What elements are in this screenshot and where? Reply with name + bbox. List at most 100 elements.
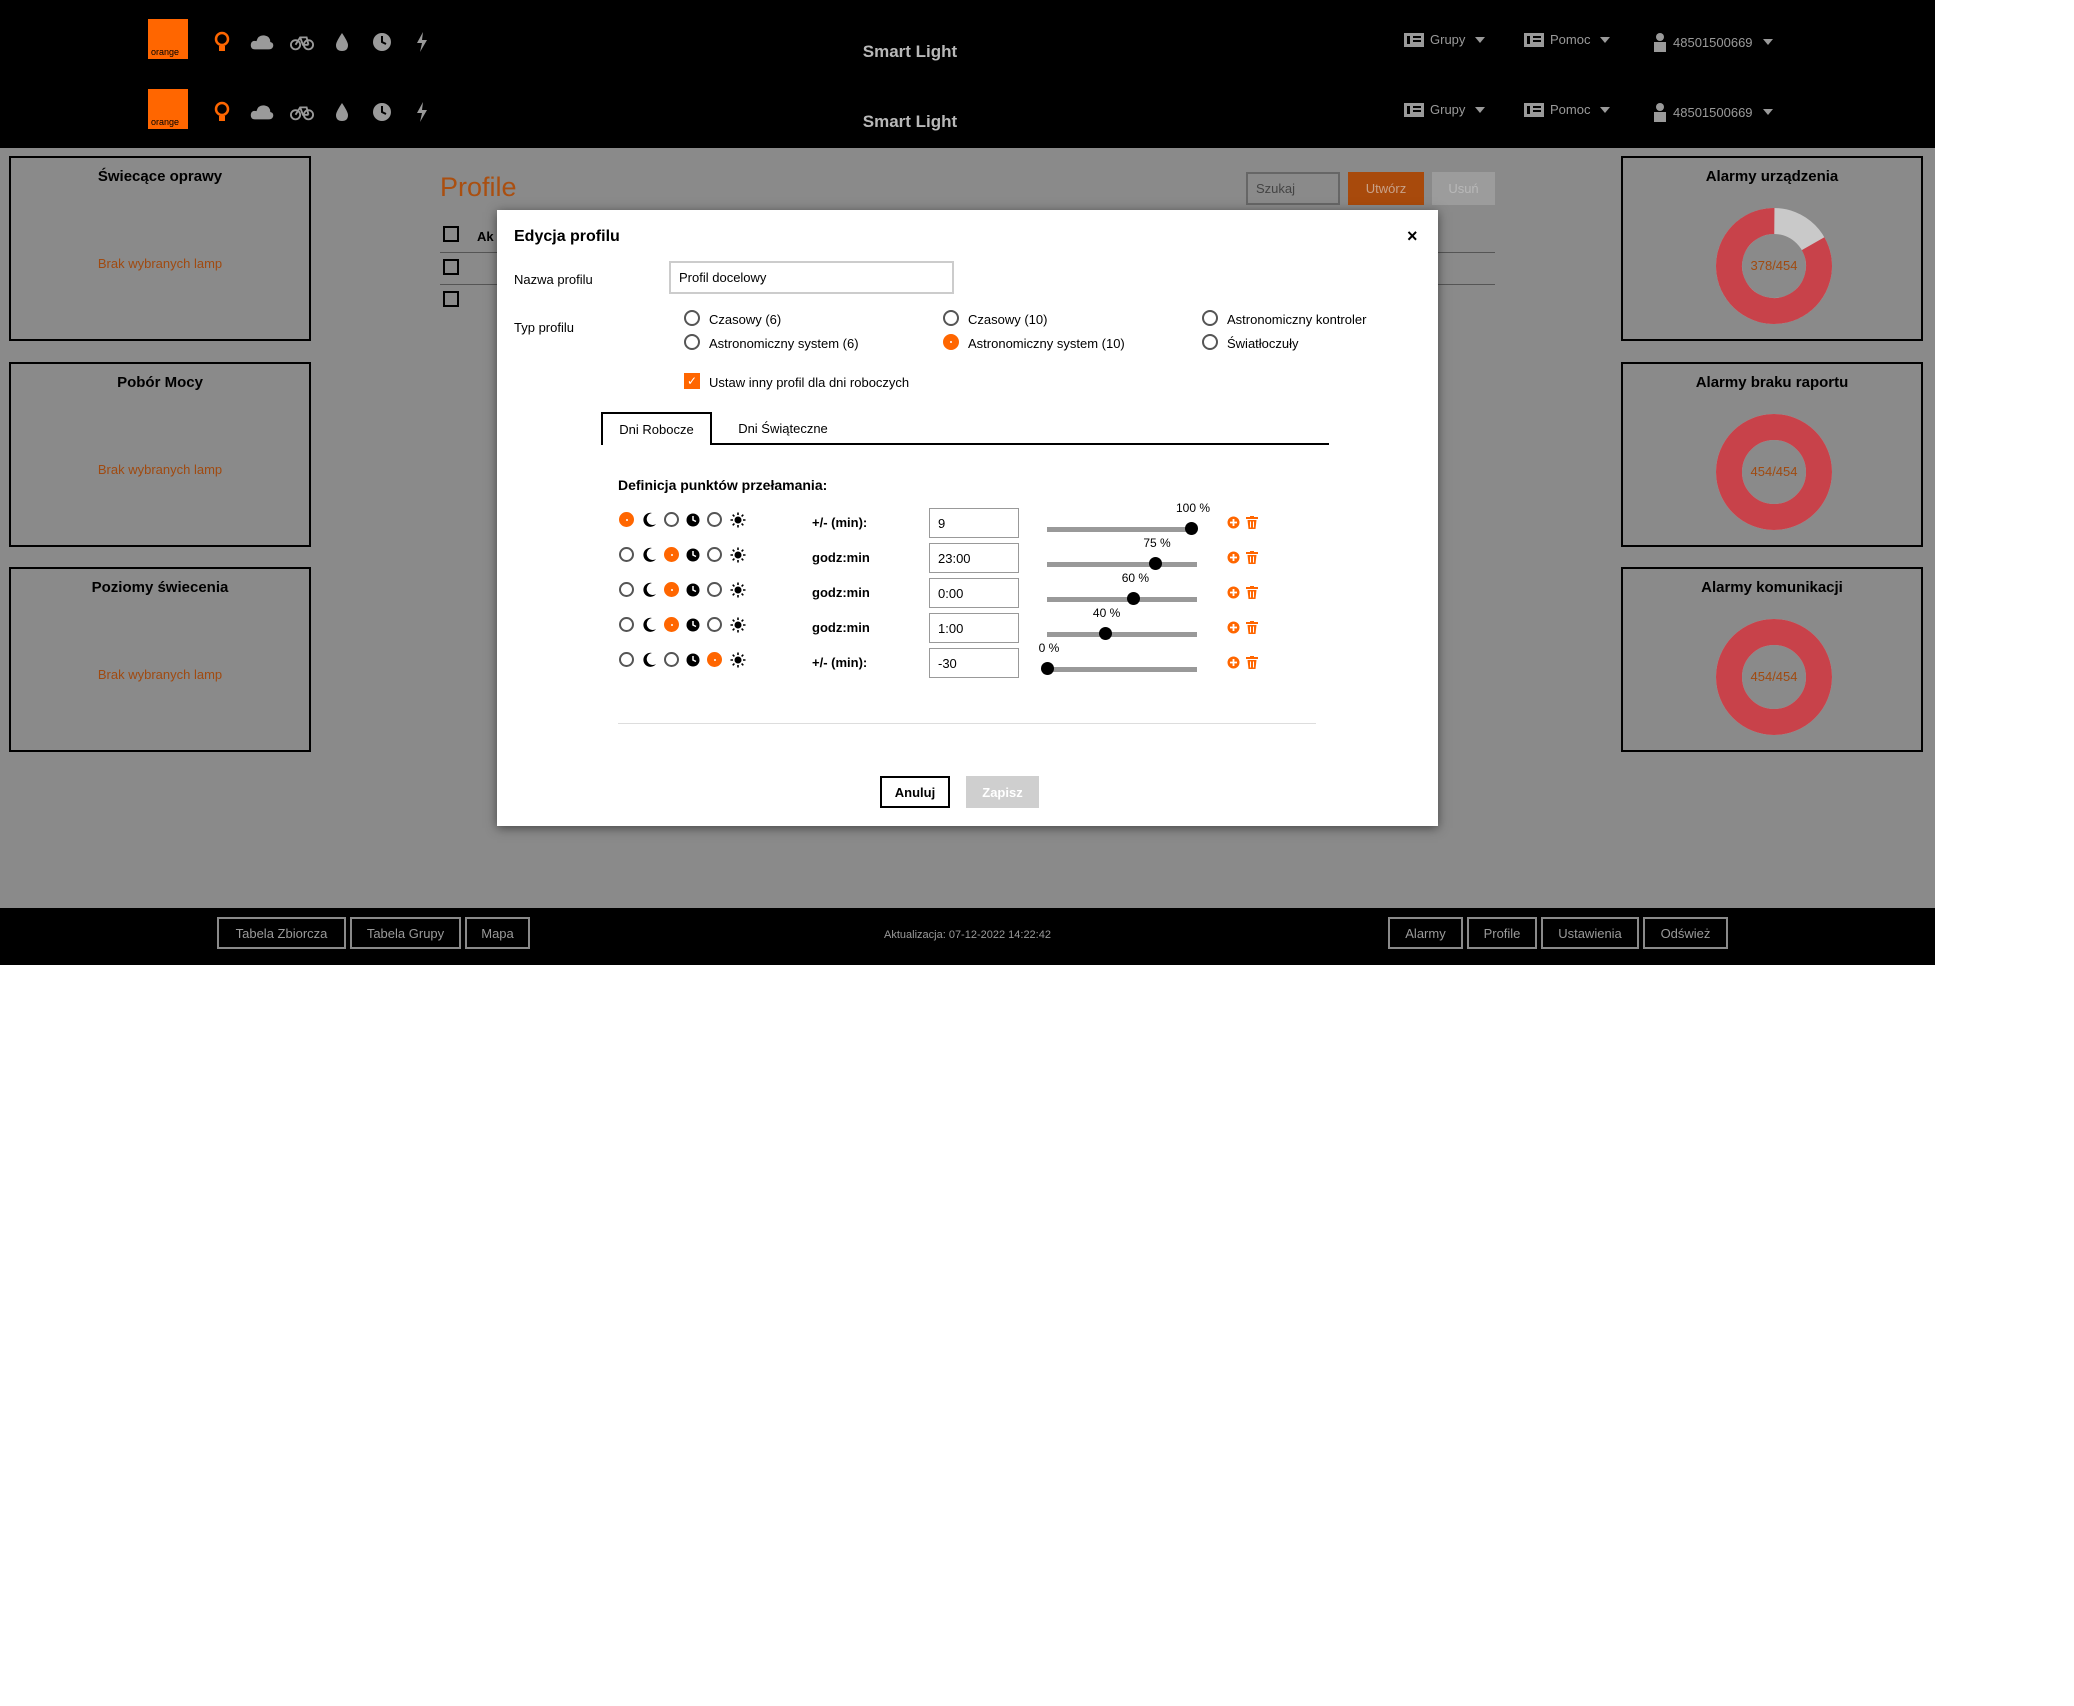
breakpoint-radio[interactable] xyxy=(664,512,679,527)
profile-name-label: Nazwa profilu xyxy=(514,272,593,287)
breakpoint-percent: 0 % xyxy=(1038,641,1060,655)
breakpoint-mode: +/- (min): xyxy=(812,655,868,670)
level-slider-track[interactable] xyxy=(1047,597,1197,602)
settings-button[interactable]: Ustawienia xyxy=(1541,917,1639,949)
alarms-button[interactable]: Alarmy xyxy=(1388,917,1463,949)
panel-title: Alarmy urządzenia xyxy=(1705,168,1839,185)
panel-communication-alarms: Alarmy komunikacji 454/454 xyxy=(1621,567,1923,752)
breakpoint-value-input[interactable]: -30 xyxy=(929,648,1019,678)
user-label: 48501500669 xyxy=(1673,104,1753,120)
breakpoint-mode: godz:min xyxy=(812,585,870,600)
breakpoint-radio[interactable] xyxy=(619,652,634,667)
level-slider-handle[interactable] xyxy=(1127,592,1141,605)
breakpoint-percent: 75 % xyxy=(1143,536,1171,550)
delete-button[interactable]: Usuń xyxy=(1432,172,1495,205)
help-menu[interactable]: Pomoc xyxy=(1524,32,1611,47)
level-slider-track[interactable] xyxy=(1047,562,1197,567)
breakpoint-radio[interactable] xyxy=(619,512,634,527)
tab-workdays[interactable]: Dni Robocze xyxy=(601,412,712,445)
breakpoint-radio[interactable] xyxy=(707,582,722,597)
panel-empty-text: Brak wybranych lamp xyxy=(97,256,223,271)
close-icon[interactable]: × xyxy=(1407,226,1418,247)
panel-title: Świecące oprawy xyxy=(97,168,223,185)
moon-icon xyxy=(641,582,657,598)
breakpoint-radio[interactable] xyxy=(664,652,679,667)
add-icon[interactable] xyxy=(1227,656,1240,669)
user-icon xyxy=(1654,33,1666,52)
trash-icon[interactable] xyxy=(1246,621,1258,634)
breakpoint-value-input[interactable]: 0:00 xyxy=(929,578,1019,608)
breakpoint-value-input[interactable]: 9 xyxy=(929,508,1019,538)
groups-icon xyxy=(1404,32,1424,47)
level-slider-handle[interactable] xyxy=(1149,557,1162,570)
groups-menu[interactable]: Grupy xyxy=(1404,102,1486,117)
help-menu[interactable]: Pomoc xyxy=(1524,102,1611,117)
select-all-checkbox[interactable] xyxy=(443,226,459,242)
breakpoint-radio[interactable] xyxy=(707,617,722,632)
level-slider-handle[interactable] xyxy=(1098,627,1112,640)
profile-name-input[interactable] xyxy=(669,261,954,294)
breakpoint-percent: 60 % xyxy=(1121,571,1150,585)
clock-icon xyxy=(685,582,701,598)
row-checkbox[interactable] xyxy=(443,259,459,275)
add-icon[interactable] xyxy=(1227,551,1240,564)
help-label: Pomoc xyxy=(1550,102,1591,117)
breakpoint-radio[interactable] xyxy=(664,582,679,597)
trash-icon[interactable] xyxy=(1246,551,1258,564)
breakpoint-value-input[interactable]: 23:00 xyxy=(929,543,1019,573)
tab-holidays[interactable]: Dni Świąteczne xyxy=(723,413,843,444)
radio-light-sensitive[interactable] xyxy=(1202,334,1218,350)
top-header-duplicate: orange Smart Light Grupy Pomoc 485015006… xyxy=(0,70,1935,148)
trash-icon[interactable] xyxy=(1246,586,1258,599)
level-slider-handle[interactable] xyxy=(1041,662,1054,675)
radio-time-10[interactable] xyxy=(943,310,959,326)
level-slider-track[interactable] xyxy=(1047,527,1197,532)
user-menu[interactable]: 48501500669 xyxy=(1653,102,1773,122)
panel-title: Alarmy braku raportu xyxy=(1695,374,1849,391)
breakpoint-value-input[interactable]: 1:00 xyxy=(929,613,1019,643)
workdays-checkbox[interactable]: ✓ xyxy=(684,373,700,389)
level-slider-track[interactable] xyxy=(1047,667,1197,672)
breakpoint-radio[interactable] xyxy=(707,512,722,527)
device-alarms-donut[interactable]: 378/454 xyxy=(1714,206,1834,326)
radio-astro-system-6[interactable] xyxy=(684,334,700,350)
breakpoint-radio[interactable] xyxy=(707,547,722,562)
breakpoint-radio[interactable] xyxy=(664,617,679,632)
user-menu[interactable]: 48501500669 xyxy=(1653,32,1773,52)
create-button[interactable]: Utwórz xyxy=(1348,172,1424,205)
add-icon[interactable] xyxy=(1227,621,1240,634)
moon-icon xyxy=(641,617,657,633)
trash-icon[interactable] xyxy=(1246,656,1258,669)
refresh-button[interactable]: Odśwież xyxy=(1643,917,1728,949)
donut-label: 454/454 xyxy=(1751,464,1798,479)
radio-time-6[interactable] xyxy=(684,310,700,326)
level-slider-track[interactable] xyxy=(1047,632,1197,637)
breakpoints-title: Definicja punktów przełamania: xyxy=(618,477,828,493)
add-icon[interactable] xyxy=(1227,516,1240,529)
panel-title: Poziomy świecenia xyxy=(91,579,229,596)
radio-astro-controller[interactable] xyxy=(1202,310,1218,326)
missing-report-donut[interactable]: 454/454 xyxy=(1714,412,1834,532)
row-checkbox[interactable] xyxy=(443,291,459,307)
panel-power-usage: Pobór Mocy Brak wybranych lamp xyxy=(9,362,311,547)
breakpoint-radio[interactable] xyxy=(707,652,722,667)
level-slider-handle[interactable] xyxy=(1185,522,1198,535)
caret-down-icon xyxy=(1762,39,1773,45)
breakpoint-radio[interactable] xyxy=(619,582,634,597)
breakpoint-row: godz:min 1:00 40 % xyxy=(619,606,1339,643)
save-button[interactable]: Zapisz xyxy=(966,776,1039,808)
communication-donut[interactable]: 454/454 xyxy=(1714,617,1834,737)
trash-icon[interactable] xyxy=(1246,516,1258,529)
breakpoint-radio[interactable] xyxy=(619,547,634,562)
radio-astro-system-10[interactable] xyxy=(943,334,959,350)
breakpoint-row: godz:min 23:00 75 % xyxy=(619,536,1339,573)
breakpoint-radio[interactable] xyxy=(664,547,679,562)
add-icon[interactable] xyxy=(1227,586,1240,599)
breakpoint-mode: +/- (min): xyxy=(812,515,868,530)
breakpoint-radio[interactable] xyxy=(619,617,634,632)
help-label: Pomoc xyxy=(1550,32,1591,47)
profiles-button[interactable]: Profile xyxy=(1467,917,1537,949)
groups-menu[interactable]: Grupy xyxy=(1404,32,1486,47)
cancel-button[interactable]: Anuluj xyxy=(880,776,950,808)
search-input[interactable]: Szukaj xyxy=(1246,172,1340,205)
